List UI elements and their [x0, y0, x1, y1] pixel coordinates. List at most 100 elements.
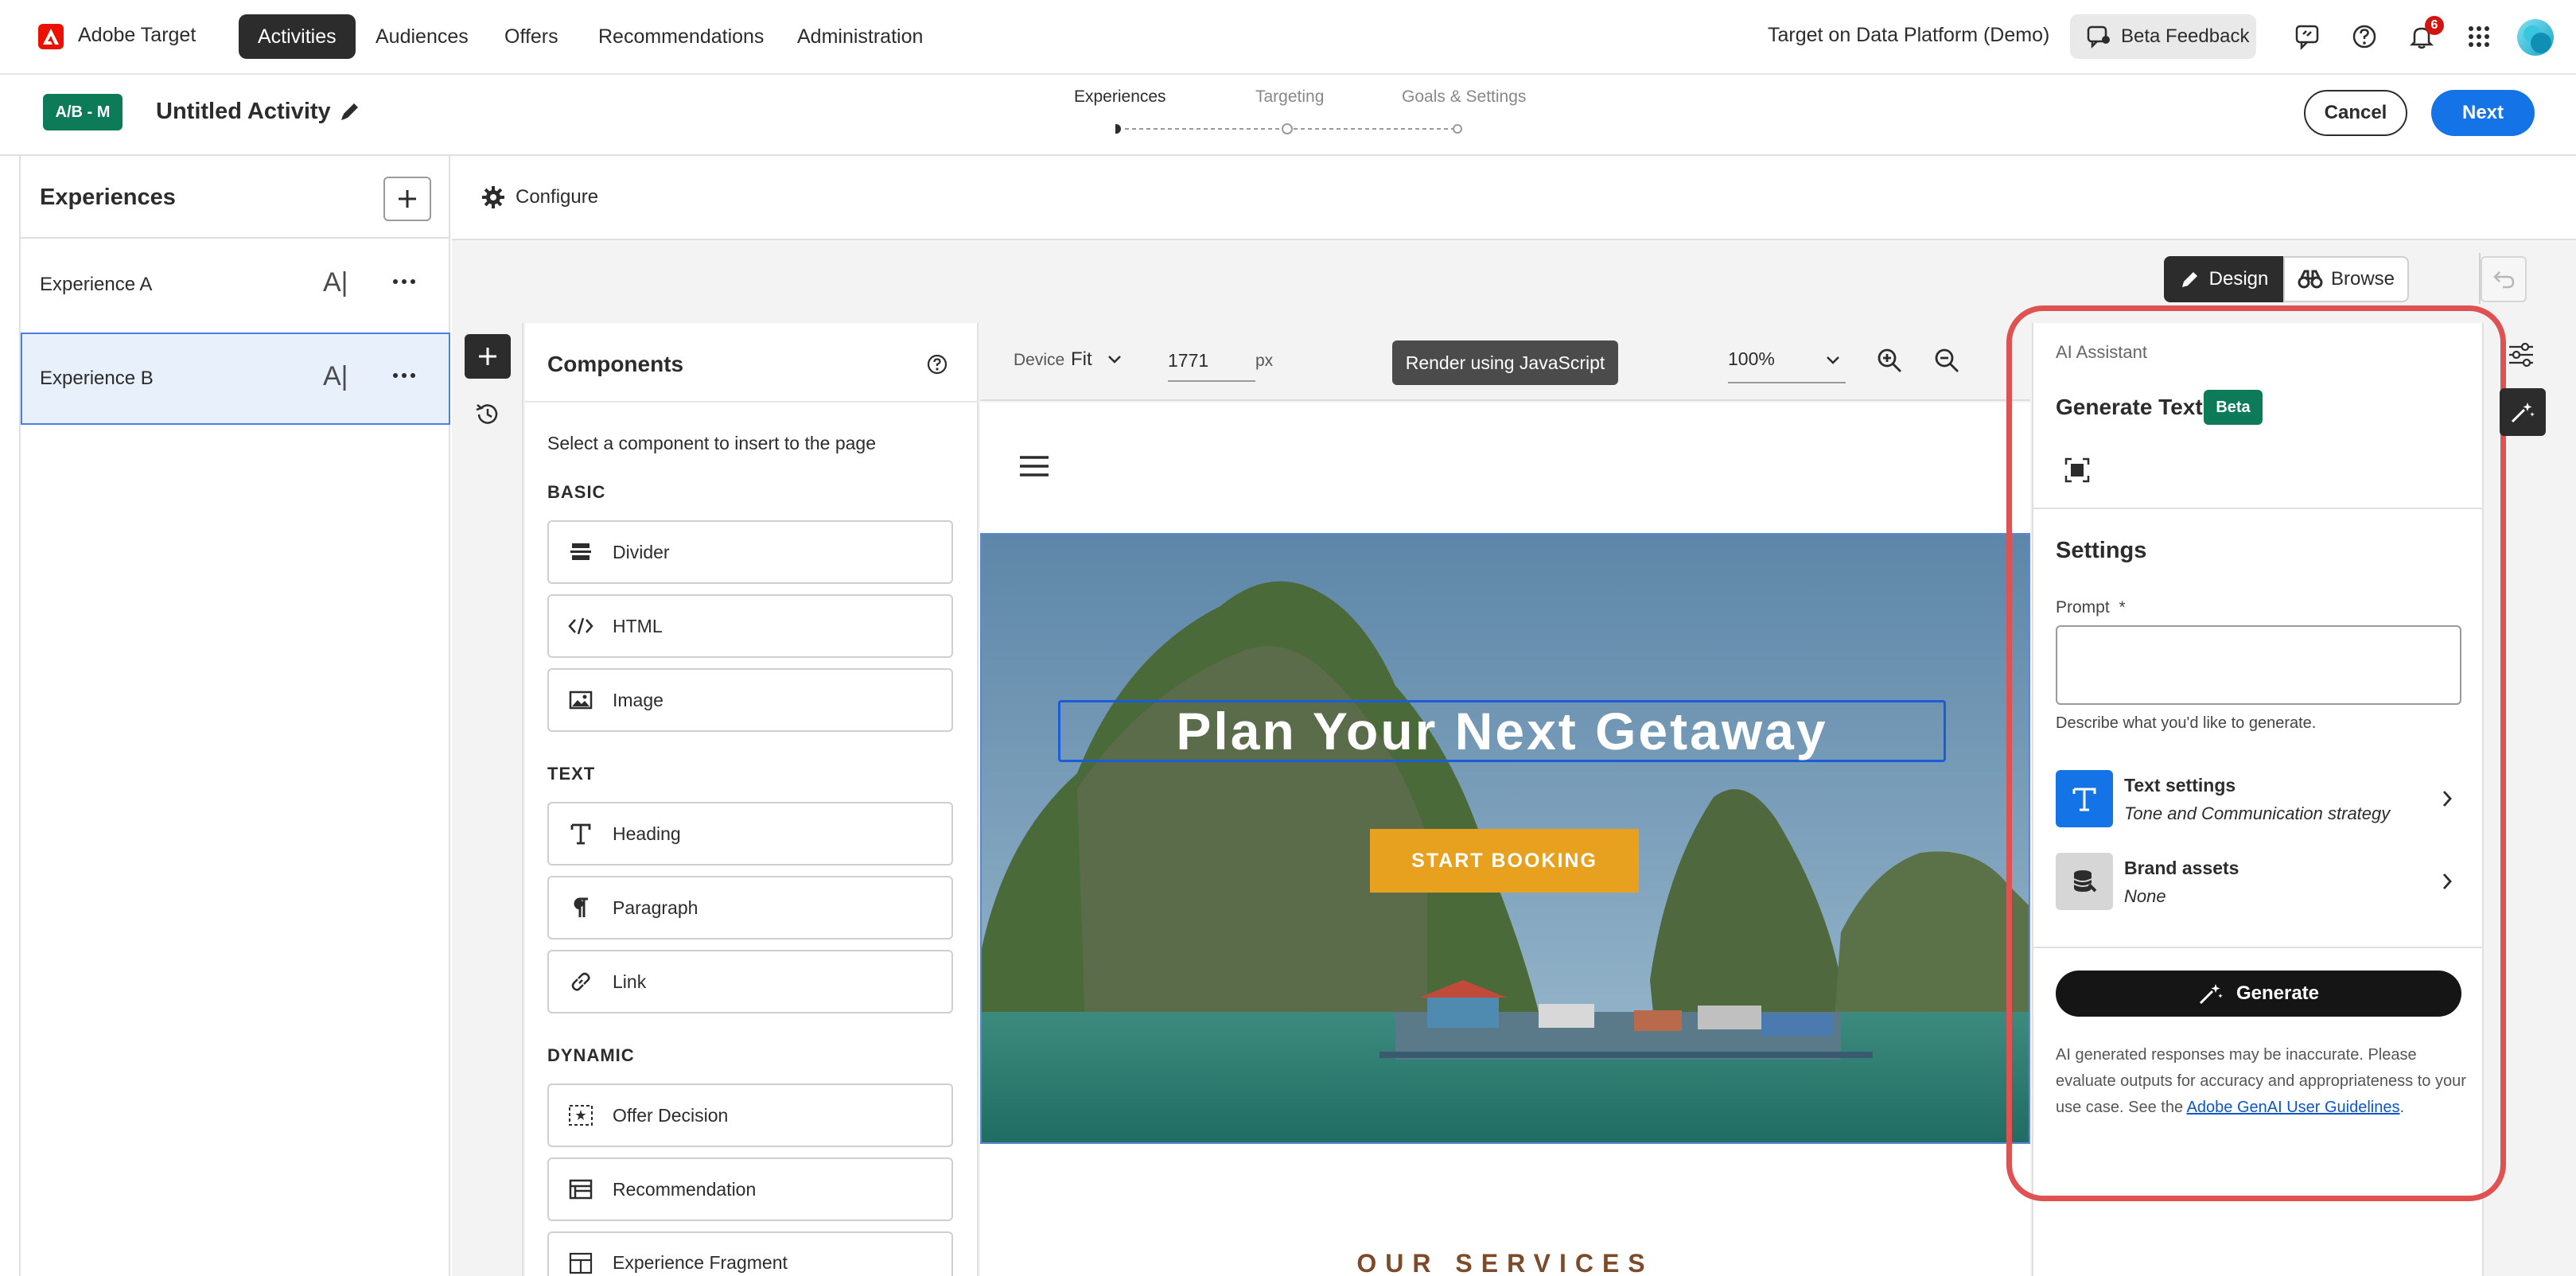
undo-icon	[2493, 271, 2515, 289]
cancel-button[interactable]: Cancel	[2304, 90, 2407, 136]
help-icon[interactable]	[2342, 14, 2387, 59]
design-mode-button[interactable]: Design	[2164, 256, 2283, 302]
category-text: TEXT	[547, 764, 596, 784]
gear-icon	[482, 186, 504, 208]
apps-grid-icon[interactable]	[2457, 14, 2501, 59]
whats-new-icon[interactable]	[2285, 14, 2329, 59]
divider-icon	[570, 543, 591, 560]
top-navigation: Adobe Target Activities Audiences Offers…	[0, 0, 2576, 75]
ai-assistant-toggle[interactable]	[2500, 388, 2546, 436]
viewport-width-value: 1771	[1168, 350, 1209, 371]
stepper-track	[1115, 123, 1462, 135]
component-image[interactable]: Image	[547, 668, 953, 732]
experience-fragment-icon	[569, 1252, 593, 1274]
ai-text-icon[interactable]: A|	[323, 267, 348, 298]
ai-panel-highlight	[2006, 305, 2506, 1201]
offer-decision-icon	[569, 1105, 593, 1126]
start-booking-button[interactable]: START BOOKING	[1370, 829, 1639, 893]
chevron-down-icon	[1827, 356, 1839, 364]
component-label: Image	[613, 689, 663, 710]
configure-bar: Configure	[452, 156, 2576, 240]
pencil-icon	[2181, 272, 2197, 287]
next-button[interactable]: Next	[2431, 90, 2535, 136]
experiences-title: Experiences	[40, 185, 176, 210]
component-label: HTML	[613, 615, 663, 636]
tab-administration[interactable]: Administration	[778, 14, 942, 59]
tab-activities[interactable]: Activities	[239, 14, 356, 59]
insert-component-button[interactable]	[465, 334, 511, 379]
plus-icon	[479, 348, 496, 365]
zoom-in-icon[interactable]	[1876, 347, 1903, 374]
component-recommendation[interactable]: Recommendation	[547, 1157, 953, 1221]
experience-item-a[interactable]: Experience A A|	[21, 239, 450, 331]
step-goals-settings[interactable]: Goals & Settings	[1402, 88, 1526, 107]
component-divider[interactable]: Divider	[547, 520, 953, 584]
configure-button[interactable]: Configure	[481, 185, 598, 210]
component-experience-fragment[interactable]: Experience Fragment	[547, 1231, 953, 1276]
more-options-icon[interactable]	[391, 368, 417, 383]
experience-label: Experience A	[40, 274, 153, 295]
design-label: Design	[2208, 268, 2269, 290]
info-icon[interactable]	[926, 353, 948, 375]
adobe-logo-icon[interactable]	[38, 24, 64, 49]
hamburger-menu-icon[interactable]	[1018, 453, 1050, 479]
device-value: Fit	[1071, 348, 1092, 370]
edit-pencil-icon[interactable]	[337, 99, 363, 124]
viewport-width-input[interactable]: 1771	[1168, 340, 1255, 382]
device-picker[interactable]: Fit	[1071, 348, 1123, 371]
activity-title[interactable]: Untitled Activity	[156, 99, 331, 125]
image-icon	[569, 691, 593, 710]
recommendation-icon	[569, 1179, 593, 1200]
zoom-picker[interactable]: 100%	[1728, 340, 1846, 383]
history-icon[interactable]	[474, 401, 501, 428]
more-options-icon[interactable]	[391, 274, 417, 290]
device-label: Device	[1014, 351, 1065, 369]
step-targeting[interactable]: Targeting	[1255, 88, 1324, 107]
tools-rail	[452, 323, 523, 1276]
component-label: Experience Fragment	[613, 1252, 788, 1273]
tab-recommendations[interactable]: Recommendations	[579, 14, 783, 59]
browse-mode-button[interactable]: Browse	[2283, 256, 2409, 302]
configure-label: Configure	[516, 186, 599, 208]
component-label: Recommendation	[613, 1178, 757, 1200]
experience-item-b[interactable]: Experience B A|	[21, 333, 450, 425]
tab-offers[interactable]: Offers	[485, 14, 578, 59]
component-label: Heading	[613, 823, 681, 844]
paragraph-icon	[574, 897, 588, 917]
component-label: Divider	[613, 541, 670, 562]
user-avatar[interactable]	[2517, 19, 2554, 56]
zoom-out-icon[interactable]	[1933, 347, 1960, 374]
ai-text-icon[interactable]: A|	[323, 361, 348, 392]
component-offer-decision[interactable]: Offer Decision	[547, 1083, 953, 1147]
product-name[interactable]: Adobe Target	[78, 24, 196, 47]
component-heading[interactable]: Heading	[547, 802, 953, 866]
notifications-count-badge: 6	[2425, 16, 2444, 35]
browse-label: Browse	[2330, 268, 2395, 290]
undo-button[interactable]	[2481, 256, 2527, 302]
component-label: Link	[613, 971, 647, 992]
org-switcher[interactable]: Target on Data Platform (Demo)	[1768, 24, 2049, 47]
component-html[interactable]: HTML	[547, 594, 953, 658]
experiences-panel: Experiences Experience A A| Experience B…	[19, 156, 450, 1276]
experience-label: Experience B	[40, 368, 154, 389]
beta-feedback-label: Beta Feedback	[2121, 25, 2250, 47]
viewport-unit: px	[1255, 352, 1274, 370]
zoom-value: 100%	[1728, 348, 1775, 369]
component-link[interactable]: Link	[547, 950, 953, 1013]
activity-header: A/B - M Untitled Activity Experiences Ta…	[0, 76, 2576, 156]
add-experience-button[interactable]	[383, 177, 431, 221]
plus-icon	[399, 190, 416, 208]
category-dynamic: DYNAMIC	[547, 1045, 635, 1065]
beta-feedback-button[interactable]: Beta Feedback	[2070, 14, 2256, 59]
render-javascript-button[interactable]: Render using JavaScript	[1392, 340, 1618, 385]
panel-settings-icon[interactable]	[2508, 342, 2535, 368]
link-icon	[571, 972, 590, 991]
tab-audiences[interactable]: Audiences	[356, 14, 488, 59]
components-title: Components	[547, 352, 684, 376]
component-label: Offer Decision	[613, 1104, 729, 1126]
component-paragraph[interactable]: Paragraph	[547, 876, 953, 939]
hero-title[interactable]: Plan Your Next Getaway	[1058, 700, 1946, 762]
component-label: Paragraph	[613, 897, 698, 918]
code-icon	[568, 617, 593, 635]
step-experiences[interactable]: Experiences	[1074, 88, 1166, 107]
